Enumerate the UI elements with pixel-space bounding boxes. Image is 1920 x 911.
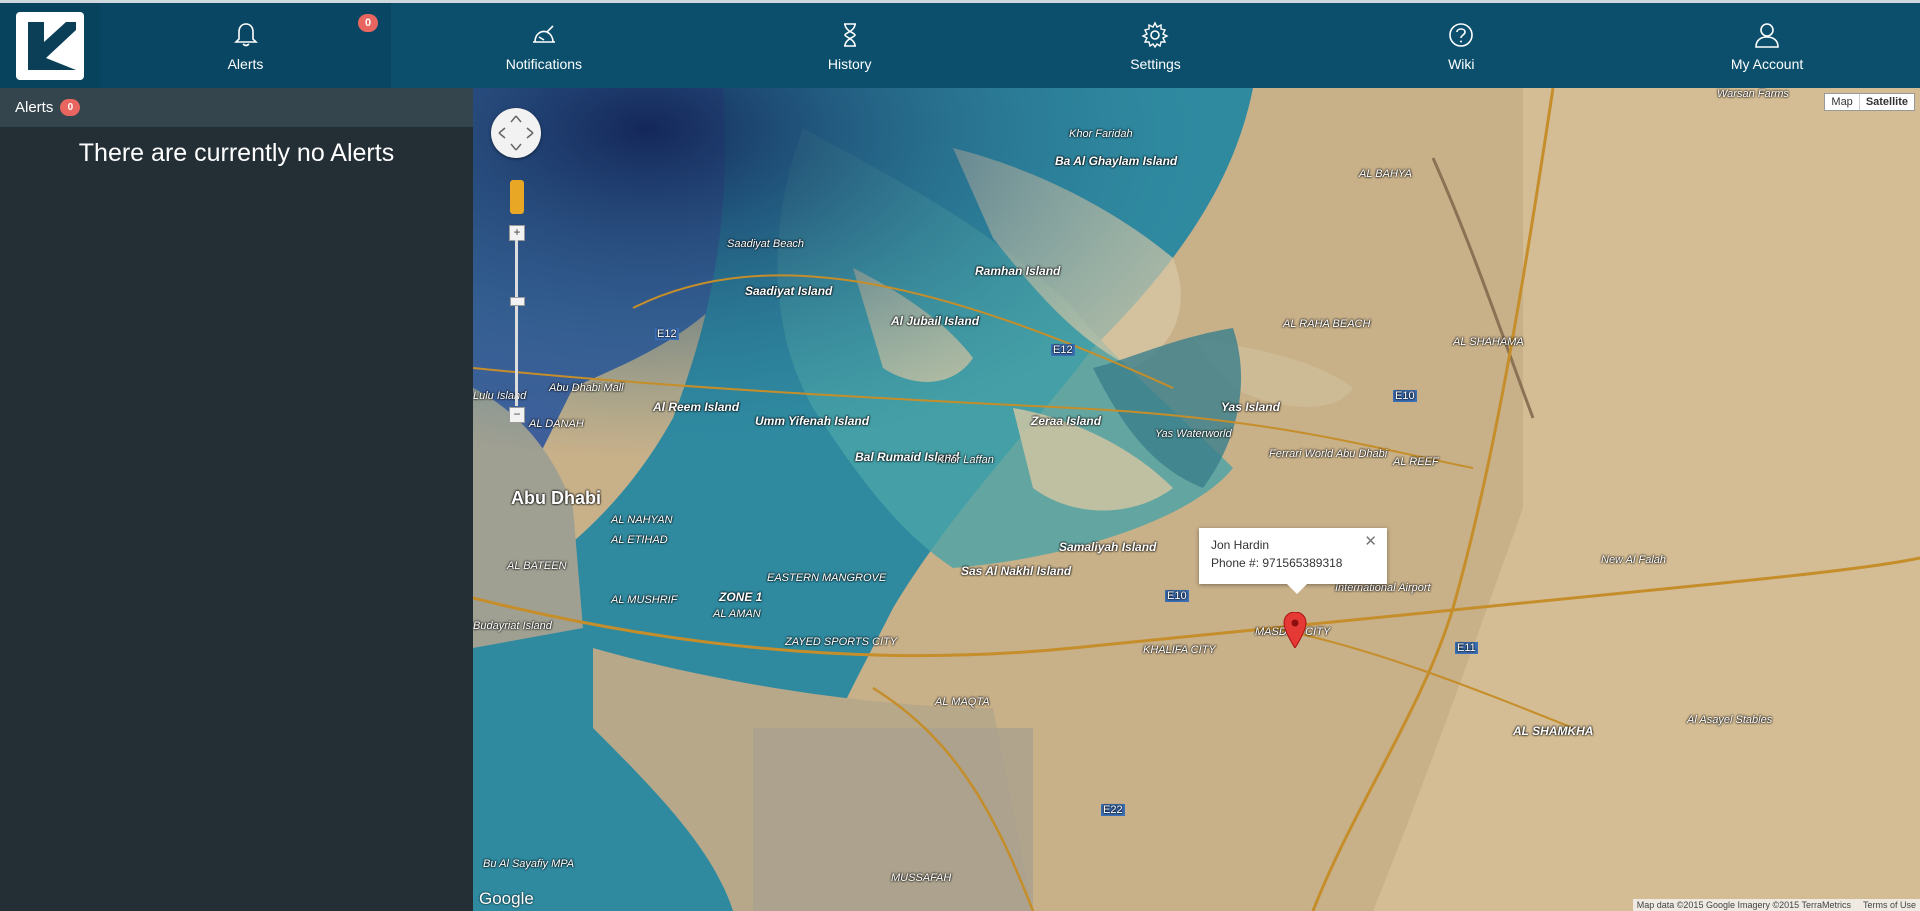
nav-my-account-label: My Account xyxy=(1730,55,1804,72)
pan-control[interactable] xyxy=(491,108,541,158)
map-label-abu-dhabi: Abu Dhabi xyxy=(511,488,601,508)
map-label-al-reem-island: Al Reem Island xyxy=(653,400,740,414)
user-icon xyxy=(1755,22,1779,48)
map-label-umm-yifenah: Umm Yifenah Island xyxy=(755,414,870,428)
map-label-zone1: ZONE 1 xyxy=(719,590,763,604)
google-logo: Google xyxy=(479,889,534,908)
logo-icon xyxy=(28,21,76,70)
terms-of-use-link[interactable]: Terms of Use xyxy=(1863,900,1916,910)
map-label-mussafah: MUSSAFAH xyxy=(891,872,952,884)
road-sign-e12: E12 xyxy=(655,328,679,340)
street-view-pegman-icon[interactable] xyxy=(510,180,524,214)
location-marker-icon[interactable] xyxy=(1283,612,1307,648)
map-label-khalifa-city: KHALIFA CITY xyxy=(1143,644,1216,656)
map-label-khor-faridah: Khor Faridah xyxy=(1069,128,1133,140)
map-label-al-jubail: Al Jubail Island xyxy=(891,314,980,328)
map-label-al-bateen: AL BATEEN xyxy=(507,560,567,572)
zoom-out-button[interactable]: − xyxy=(509,407,525,423)
satellite-imagery xyxy=(473,88,1920,911)
nav-wiki[interactable]: Wiki xyxy=(1308,3,1614,88)
nav-alerts[interactable]: Alerts 0 xyxy=(100,3,391,88)
info-window: ✕ Jon Hardin Phone #: 971565389318 xyxy=(1199,528,1387,594)
sidebar-count-badge: 0 xyxy=(60,99,81,116)
map-label-ferrari-world: Ferrari World Abu Dhabi xyxy=(1269,448,1388,460)
info-window-phone: Phone #: 971565389318 xyxy=(1211,556,1343,570)
empty-alerts-message: There are currently no Alerts xyxy=(78,139,395,167)
map-label-al-aman: AL AMAN xyxy=(713,608,761,620)
help-icon xyxy=(1449,22,1474,47)
map-label-new-al-falah: New Al Falah xyxy=(1601,554,1667,566)
nav-notifications[interactable]: Notifications xyxy=(391,3,697,88)
sidebar-title: Alerts xyxy=(15,99,54,116)
map-label-sas-al-nakhl: Sas Al Nakhl Island xyxy=(961,564,1072,578)
map-label-ramhan: Ramhan Island xyxy=(975,264,1061,278)
map-type-control: Map Satellite xyxy=(1824,93,1915,111)
map-label-al-asayel: Al Asayel Stables xyxy=(1687,714,1773,726)
zoom-slider-track[interactable] xyxy=(515,240,518,406)
notification-icon xyxy=(532,24,555,43)
pan-arrows-icon xyxy=(498,115,534,151)
nav-history-label: History xyxy=(827,55,872,72)
map-label-zeraa: Zeraa Island xyxy=(1031,414,1102,428)
map-type-satellite-button[interactable]: Satellite xyxy=(1858,94,1914,110)
map-label-budayriat: Budayriat Island xyxy=(473,620,552,632)
alerts-sidebar: Alerts 0 There are currently no Alerts xyxy=(0,88,473,911)
map-label-ba-al-ghaylam: Ba Al Ghaylam Island xyxy=(1055,154,1178,168)
nav-my-account[interactable]: My Account xyxy=(1614,3,1920,88)
hourglass-icon xyxy=(843,22,856,47)
zoom-slider-handle[interactable] xyxy=(510,297,525,306)
alerts-count-badge: 0 xyxy=(358,14,378,32)
map-label-al-sayafiy: Bu Al Sayafiy MPA xyxy=(483,858,575,870)
nav-history[interactable]: History xyxy=(697,3,1003,88)
brand-logo[interactable] xyxy=(16,11,84,80)
zoom-in-button[interactable]: + xyxy=(509,225,525,241)
map-label-al-reef: AL REEF xyxy=(1393,456,1439,468)
nav-wiki-label: Wiki xyxy=(1448,55,1475,72)
map-label-yas-waterworld: Yas Waterworld xyxy=(1155,428,1232,440)
info-window-name: Jon Hardin xyxy=(1211,538,1270,552)
map-label-lulu-island: Lulu Island xyxy=(473,390,527,402)
close-icon[interactable]: ✕ xyxy=(1364,533,1377,551)
nav-alerts-label: Alerts xyxy=(227,55,264,72)
bell-icon xyxy=(233,22,258,46)
logo-cell[interactable] xyxy=(0,3,100,88)
map-label-khor-laffan: Khor Laffan xyxy=(937,454,994,466)
map-view[interactable]: Abu Dhabi Yas Island Saadiyat Island Saa… xyxy=(473,88,1920,911)
map-attribution: Map data ©2015 Google Imagery ©2015 Terr… xyxy=(1636,900,1851,910)
map-label-saadiyat-island: Saadiyat Island xyxy=(745,284,833,298)
map-label-al-maqta: AL MAQTA xyxy=(935,696,990,708)
map-label-al-nahyan: AL NAHYAN xyxy=(611,514,673,526)
map-label-warsan-farms: Warsan Farms xyxy=(1717,88,1789,100)
map-label-abu-dhabi-mall: Abu Dhabi Mall xyxy=(549,382,624,394)
map-label-al-bahya: AL BAHYA xyxy=(1359,168,1412,180)
road-sign-e10: E10 xyxy=(1393,390,1417,402)
map-label-yas-island: Yas Island xyxy=(1221,400,1280,414)
map-label-samaliyah: Samaliyah Island xyxy=(1059,540,1157,554)
map-label-al-shamkha: AL SHAMKHA xyxy=(1513,724,1594,738)
gear-icon xyxy=(1141,20,1170,48)
map-label-al-etihad: AL ETIHAD xyxy=(611,534,668,546)
road-sign-e11: E11 xyxy=(1455,642,1478,654)
map-label-al-danah: AL DANAH xyxy=(529,418,584,430)
nav-settings-label: Settings xyxy=(1130,55,1181,72)
road-sign-e10-b: E10 xyxy=(1165,590,1189,602)
sidebar-header: Alerts 0 xyxy=(0,88,473,127)
map-label-eastern-mangrove: EASTERN MANGROVE xyxy=(767,572,887,584)
map-label-al-raha-beach: AL RAHA BEACH xyxy=(1283,318,1371,330)
nav-notifications-label: Notifications xyxy=(505,55,583,72)
map-type-map-button[interactable]: Map xyxy=(1825,94,1858,110)
map-label-zayed-sports-city: ZAYED SPORTS CITY xyxy=(785,636,898,648)
map-label-al-shahama: AL SHAHAMA xyxy=(1453,336,1524,348)
nav-settings[interactable]: Settings xyxy=(1003,3,1309,88)
top-nav: Alerts 0 Notifications History Settings … xyxy=(0,3,1920,88)
map-footer: Map data ©2015 Google Imagery ©2015 Terr… xyxy=(1632,899,1920,911)
road-sign-e12-b: E12 xyxy=(1051,344,1075,356)
map-label-al-mushrif: AL MUSHRIF xyxy=(611,594,678,606)
road-sign-e22: E22 xyxy=(1101,804,1125,816)
map-label-saadiyat-beach: Saadiyat Beach xyxy=(727,238,805,250)
